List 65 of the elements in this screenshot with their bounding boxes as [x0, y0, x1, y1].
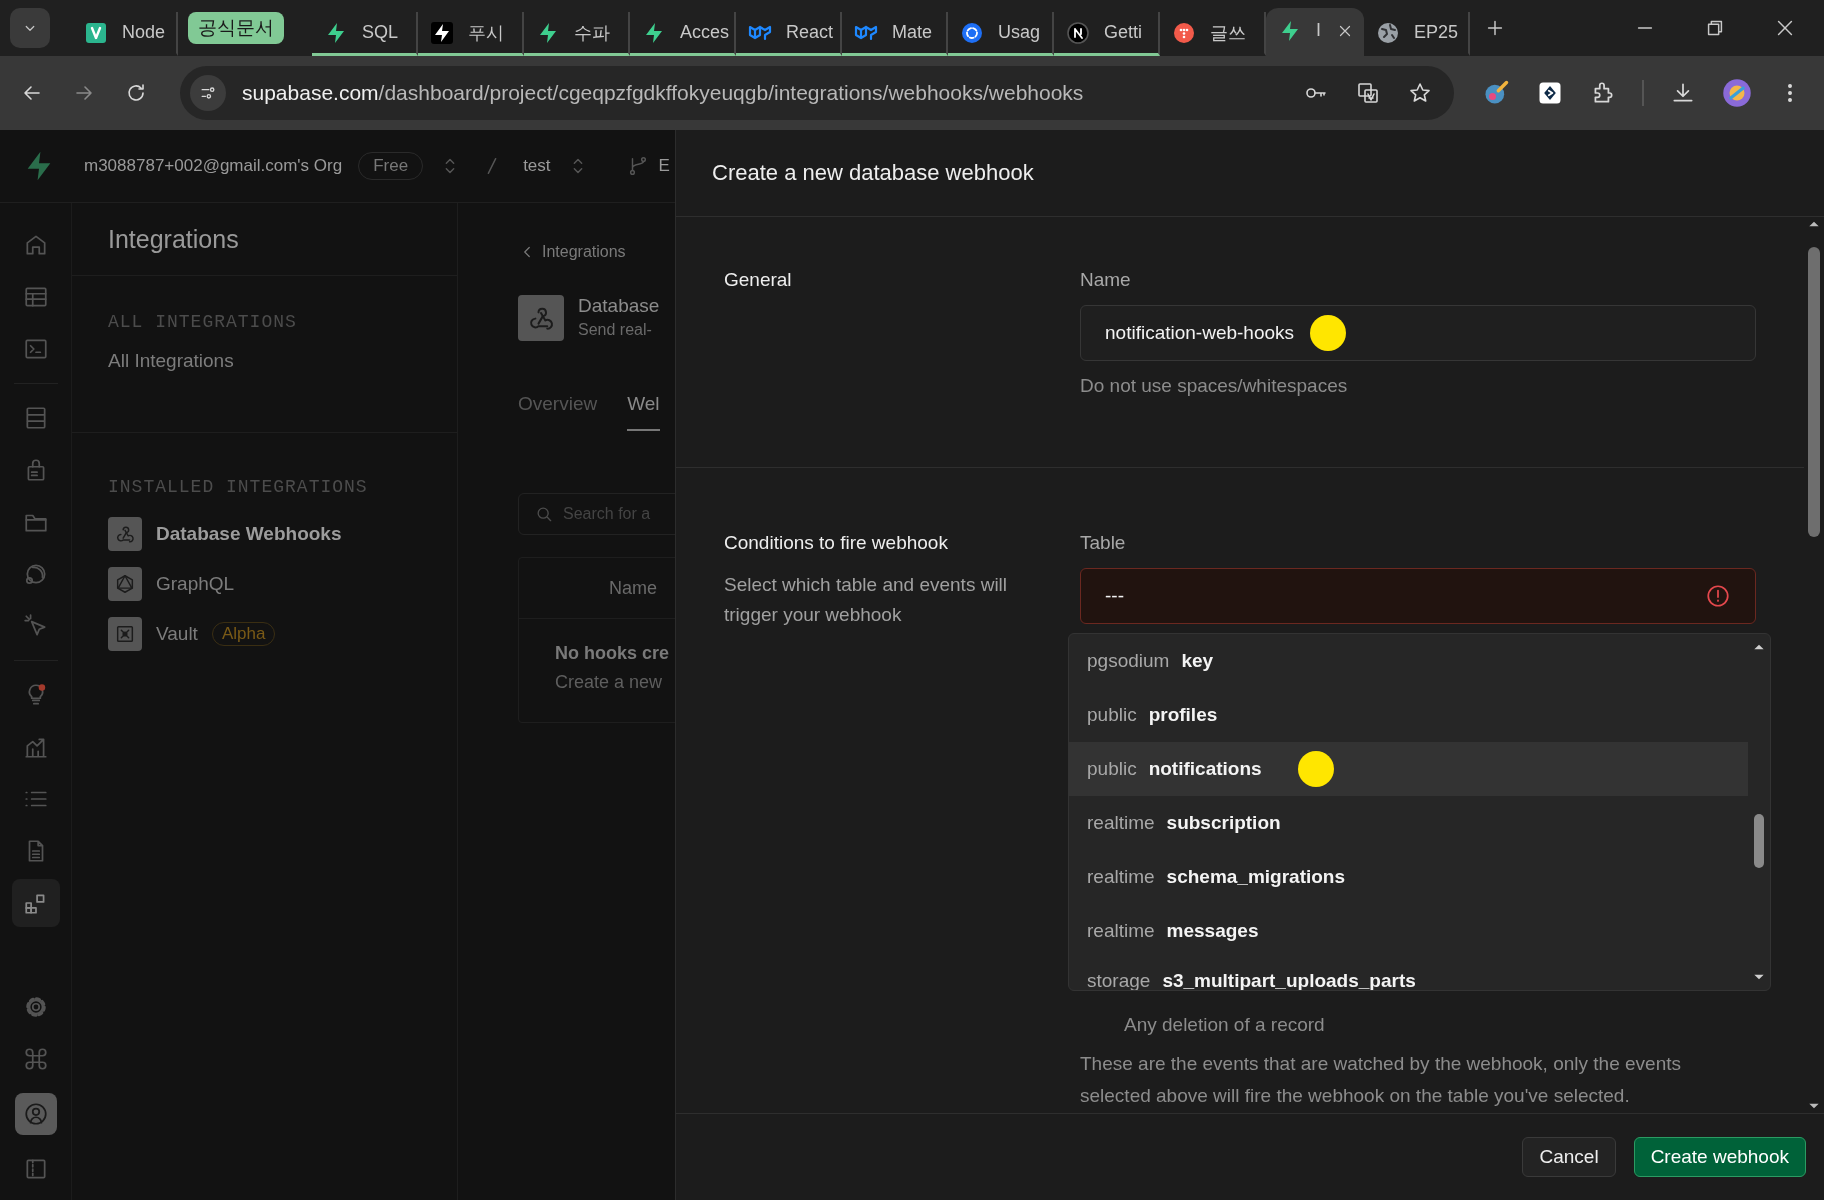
section-title: Conditions to fire webhook — [724, 532, 949, 554]
sidebar-title: Integrations — [108, 224, 239, 254]
star-icon[interactable] — [1408, 81, 1432, 105]
globe-icon — [1376, 20, 1400, 45]
tab-group-label[interactable]: 공식문서 — [188, 12, 284, 44]
sidebar-item[interactable]: Vault Alpha — [108, 617, 276, 651]
dropdown-option[interactable]: pgsodium key — [1069, 634, 1748, 688]
scrollbar-thumb[interactable] — [1808, 247, 1820, 537]
logo-icon — [1172, 20, 1196, 45]
sidebar-item[interactable]: GraphQL — [108, 567, 235, 601]
field-hint: Do not use spaces/whitespaces — [1080, 375, 1349, 397]
sidebar-item[interactable]: Database Webhooks — [108, 517, 342, 551]
dropdown-option[interactable]: realtime messages — [1069, 904, 1748, 958]
branch-name[interactable]: E — [658, 156, 670, 176]
sidebar-item[interactable]: All Integrations — [108, 350, 234, 372]
terminal-icon — [22, 336, 49, 362]
dropdown-option[interactable]: realtime schema_migrations — [1069, 850, 1748, 904]
integration-icon — [108, 517, 142, 551]
browser-tab[interactable]: I — [1266, 8, 1364, 56]
back-link[interactable]: Integrations — [518, 243, 626, 261]
option-description: Any deletion of a record — [1124, 1014, 1326, 1036]
name-field[interactable]: notification-web-hooks — [1080, 305, 1756, 361]
table-select[interactable]: --- — [1080, 568, 1756, 624]
panel-title: Create a new database webhook — [712, 160, 1034, 186]
dropdown-option[interactable]: public notifications — [1069, 742, 1748, 796]
empty-text: Create a new — [555, 672, 664, 693]
nav-button[interactable] — [11, 879, 60, 927]
dropdown-option[interactable]: public profiles — [1069, 688, 1748, 742]
integration-icon — [518, 295, 564, 341]
field-label: Table — [1080, 532, 1127, 554]
field-label: Name — [1080, 269, 1132, 291]
create-button[interactable]: Create webhook — [1633, 1137, 1806, 1177]
column-header: Name — [609, 577, 657, 599]
empty-title: No hooks cre — [555, 643, 671, 664]
bolt-icon — [430, 20, 454, 45]
logo-icon — [1066, 20, 1090, 45]
logo-icon — [960, 20, 984, 45]
integration-description: Send real- — [578, 321, 653, 339]
click-highlight — [1310, 315, 1347, 351]
events-note: These are the events that are watched by the webhook, only the events selected above will fire the webhook on the table you've selected. — [1080, 1052, 1682, 1108]
integration-icon — [108, 617, 142, 651]
command-icon — [22, 1046, 49, 1072]
integration-title: Database — [578, 295, 660, 317]
click-highlight — [1297, 751, 1334, 787]
url-text: supabase.com/dashboard/project/cgeqpzfgdkffokyeuqgb/integrations/webhooks/webhooks — [242, 81, 1085, 105]
section-heading: ALL INTEGRATIONS — [108, 312, 298, 332]
scrollbar-thumb[interactable] — [1754, 814, 1764, 868]
site-settings-button[interactable] — [190, 75, 226, 111]
profile-icon — [22, 1101, 49, 1127]
account-button[interactable] — [14, 1093, 57, 1135]
address-bar[interactable]: supabase.com/dashboard/project/cgeqpzfgdkffokyeuqgb/integrations/webhooks/webhooks — [180, 66, 1454, 120]
project-name[interactable]: test — [523, 156, 551, 176]
section-description: Select which table and events will trigger your webhook — [724, 573, 1009, 627]
org-name[interactable]: m3088787+002@gmail.com's Org — [84, 156, 343, 176]
cancel-button[interactable]: Cancel — [1522, 1137, 1616, 1177]
table-icon — [22, 284, 49, 310]
dropdown-option[interactable]: realtime subscription — [1069, 796, 1748, 850]
integration-icon — [108, 567, 142, 601]
translate-icon[interactable] — [1356, 81, 1380, 105]
section-title: General — [724, 269, 793, 291]
logo-icon — [84, 20, 108, 45]
tab[interactable]: Wel — [627, 393, 660, 431]
section-heading: INSTALLED INTEGRATIONS — [108, 477, 369, 497]
error-icon — [1705, 583, 1731, 609]
profile-avatar-icon[interactable] — [1722, 78, 1752, 108]
